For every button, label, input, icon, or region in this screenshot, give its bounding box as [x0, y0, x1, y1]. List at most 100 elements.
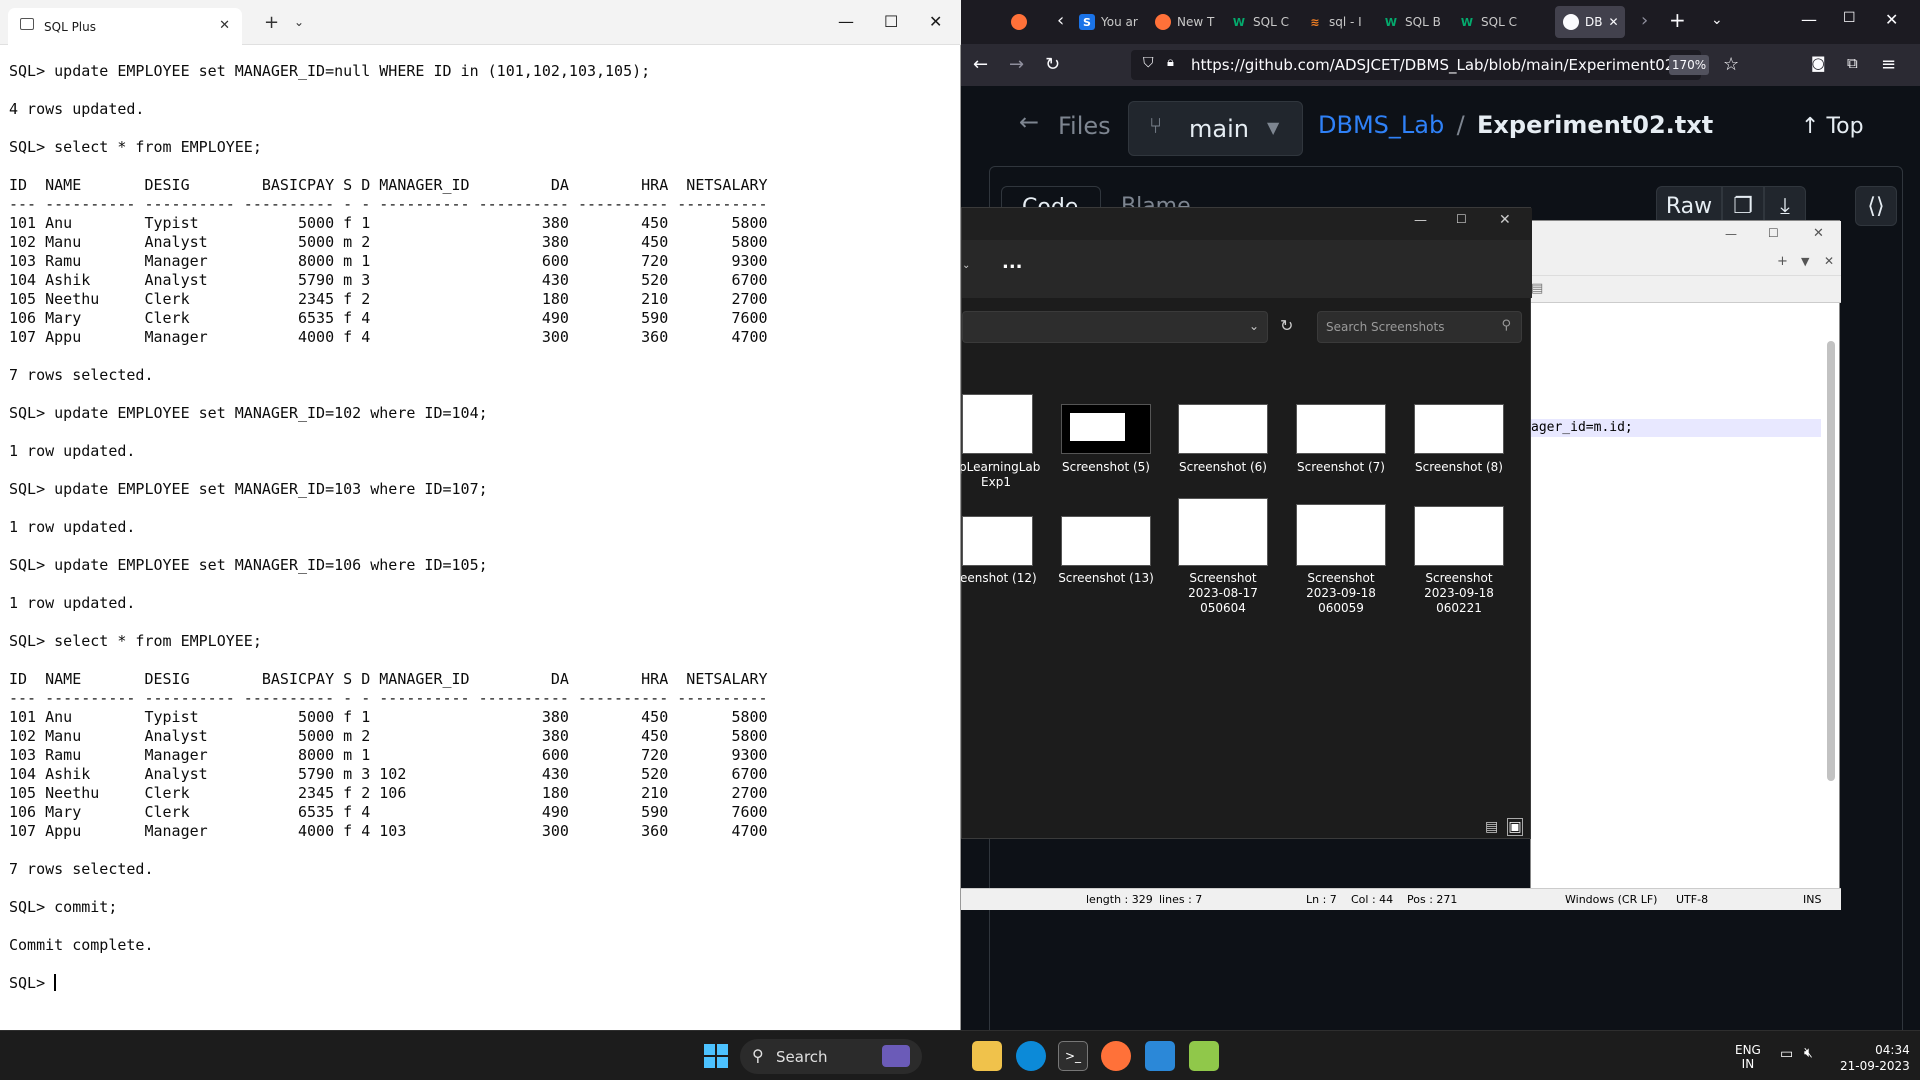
terminal-line: 105 Neethu Clerk 2345 f 2 106 180 210 27… — [9, 784, 768, 802]
maximize-button[interactable]: ☐ — [884, 12, 898, 31]
file-label[interactable]: Screenshot (13) — [1047, 571, 1165, 586]
new-tab-button[interactable]: + — [1669, 8, 1686, 32]
back-arrow-icon[interactable]: ← — [973, 54, 988, 75]
edge-icon[interactable] — [1016, 1041, 1046, 1071]
close-tab-icon[interactable]: ✕ — [219, 18, 230, 33]
close-window-button[interactable]: ✕ — [929, 12, 942, 31]
browser-tab[interactable]: W SQL C — [1451, 6, 1527, 38]
extensions-icon[interactable]: ⧉ — [1847, 54, 1858, 72]
chevron-down-icon[interactable]: ⌄ — [1249, 319, 1259, 333]
browser-tab[interactable]: S You ar — [1071, 6, 1147, 38]
firefox-view-icon[interactable] — [1011, 14, 1027, 30]
minimize-button[interactable]: — — [1725, 227, 1737, 241]
file-thumbnail[interactable] — [1296, 504, 1386, 566]
file-label[interactable]: Screenshot (7) — [1282, 460, 1400, 475]
tab-list-icon[interactable]: ▼ — [1801, 255, 1809, 268]
network-icon[interactable]: ▭ — [1780, 1046, 1793, 1062]
terminal-output[interactable]: SQL> update EMPLOYEE set MANAGER_ID=null… — [9, 62, 954, 1022]
repo-link[interactable]: DBMS_Lab — [1318, 111, 1444, 139]
file-thumbnail[interactable] — [1296, 404, 1386, 454]
file-thumbnail[interactable] — [1414, 506, 1504, 566]
browser-tab-active[interactable]: DB ✕ — [1555, 6, 1625, 38]
bookmark-star-icon[interactable]: ☆ — [1723, 54, 1739, 75]
file-label[interactable]: Screenshot 2023-08-17 050604 — [1178, 571, 1268, 616]
file-thumbnail[interactable] — [1061, 516, 1151, 566]
pocket-icon[interactable]: ◙ — [1811, 54, 1826, 72]
file-label[interactable]: Screenshot (8) — [1400, 460, 1518, 475]
file-thumbnail[interactable] — [1061, 404, 1151, 454]
file-label[interactable]: Screenshot 2023-09-18 060059 — [1296, 571, 1386, 616]
lang-code: ENG — [1735, 1043, 1761, 1057]
maximize-button[interactable]: ☐ — [1768, 226, 1779, 240]
toolbar-icon[interactable]: ▤ — [1531, 281, 1543, 296]
code-line[interactable]: ager_id=m.id; — [1531, 420, 1633, 435]
browser-tab[interactable]: ≋ sql - I — [1299, 6, 1375, 38]
taskbar: ⚲ Search >_ ENG IN ▭ 🔇︎ 04:34 21-09-2023 — [0, 1030, 1920, 1080]
file-label[interactable]: Screenshot 2023-09-18 060221 — [1414, 571, 1504, 616]
firefox-icon[interactable] — [1101, 1041, 1131, 1071]
refresh-icon[interactable]: ↻ — [1280, 316, 1293, 335]
file-thumbnail[interactable] — [1178, 404, 1268, 454]
file-thumbnail[interactable] — [962, 394, 1033, 454]
reload-icon[interactable]: ↻ — [1045, 54, 1060, 75]
clock[interactable]: 04:34 21-09-2023 — [1840, 1042, 1910, 1074]
forward-arrow-icon[interactable]: → — [1009, 54, 1024, 75]
back-arrow-icon[interactable]: ← — [1019, 108, 1039, 136]
add-tab-icon[interactable]: + — [1777, 254, 1788, 269]
file-label[interactable]: Screenshot (5) — [1047, 460, 1165, 475]
tab-list-chevron-icon[interactable]: ⌄ — [1711, 12, 1723, 28]
minimize-button[interactable]: — — [1414, 213, 1427, 228]
photos-icon[interactable] — [1145, 1041, 1175, 1071]
tab-scroll-left-icon[interactable]: ‹ — [1057, 10, 1064, 31]
terminal-tab[interactable]: SQL Plus ✕ — [8, 8, 242, 45]
shield-icon[interactable]: ⛉ — [1143, 55, 1154, 71]
terminal-prompt[interactable]: SQL> — [9, 974, 954, 993]
file-explorer-icon[interactable] — [972, 1041, 1002, 1071]
speaker-mute-icon[interactable]: 🔇︎ — [1804, 1045, 1813, 1061]
new-tab-button[interactable]: + — [264, 12, 279, 33]
chevron-down-icon[interactable]: ⌄ — [962, 260, 970, 271]
close-window-button[interactable]: ✕ — [1885, 10, 1898, 29]
top-link[interactable]: ↑ Top — [1801, 114, 1864, 139]
close-tab-icon[interactable]: ✕ — [1824, 254, 1834, 268]
tab-scroll-right-icon[interactable]: › — [1641, 10, 1648, 31]
notepad-plus-plus-icon[interactable] — [1189, 1041, 1219, 1071]
symbols-panel-icon[interactable]: ⟨⟩ — [1855, 186, 1897, 226]
maximize-button[interactable]: ☐ — [1456, 212, 1467, 226]
explorer-titlebar: — ☐ ✕ — [962, 208, 1532, 240]
branch-selector[interactable]: ⑂ main ▼ — [1128, 101, 1303, 156]
more-options-button[interactable]: ... — [1002, 252, 1023, 273]
browser-tab[interactable]: W SQL C — [1223, 6, 1299, 38]
close-window-button[interactable]: ✕ — [1499, 212, 1511, 228]
start-button[interactable] — [704, 1044, 728, 1068]
menu-icon[interactable]: ≡ — [1881, 54, 1896, 75]
close-window-button[interactable]: ✕ — [1813, 226, 1824, 241]
file-thumbnail[interactable] — [1178, 498, 1268, 566]
files-link[interactable]: Files — [1058, 112, 1111, 140]
close-tab-icon[interactable]: ✕ — [1608, 15, 1618, 29]
url-text[interactable]: https://github.com/ADSJCET/DBMS_Lab/blob… — [1191, 56, 1700, 74]
details-view-icon[interactable]: ▤ — [1485, 819, 1498, 835]
search-input[interactable]: Search Screenshots ⚲ — [1317, 311, 1522, 343]
chevron-down-icon[interactable]: ⌄ — [294, 15, 304, 29]
browser-tab[interactable]: W SQL B — [1375, 6, 1451, 38]
terminal-icon[interactable]: >_ — [1058, 1041, 1088, 1071]
status-length: length : 329 — [1086, 893, 1153, 906]
tiles-view-icon[interactable]: ▣ — [1507, 818, 1523, 836]
minimize-button[interactable]: — — [838, 12, 854, 31]
taskbar-search[interactable]: ⚲ Search — [740, 1039, 922, 1074]
minimize-button[interactable]: — — [1801, 10, 1817, 29]
maximize-button[interactable]: ☐ — [1843, 10, 1856, 26]
url-bar[interactable]: ⛉ 🔒︎ https://github.com/ADSJCET/DBMS_Lab… — [1131, 50, 1701, 80]
address-bar[interactable]: ⌄ — [962, 311, 1268, 343]
lock-icon[interactable]: 🔒︎ — [1167, 55, 1174, 70]
zoom-level-badge[interactable]: 170% — [1669, 55, 1709, 75]
scrollbar[interactable] — [1827, 341, 1835, 781]
browser-tab[interactable]: New T — [1147, 6, 1223, 38]
language-indicator[interactable]: ENG IN — [1735, 1043, 1761, 1071]
file-label[interactable]: Screenshot (6) — [1164, 460, 1282, 475]
file-thumbnail[interactable] — [962, 516, 1033, 566]
file-thumbnail[interactable] — [1414, 404, 1504, 454]
